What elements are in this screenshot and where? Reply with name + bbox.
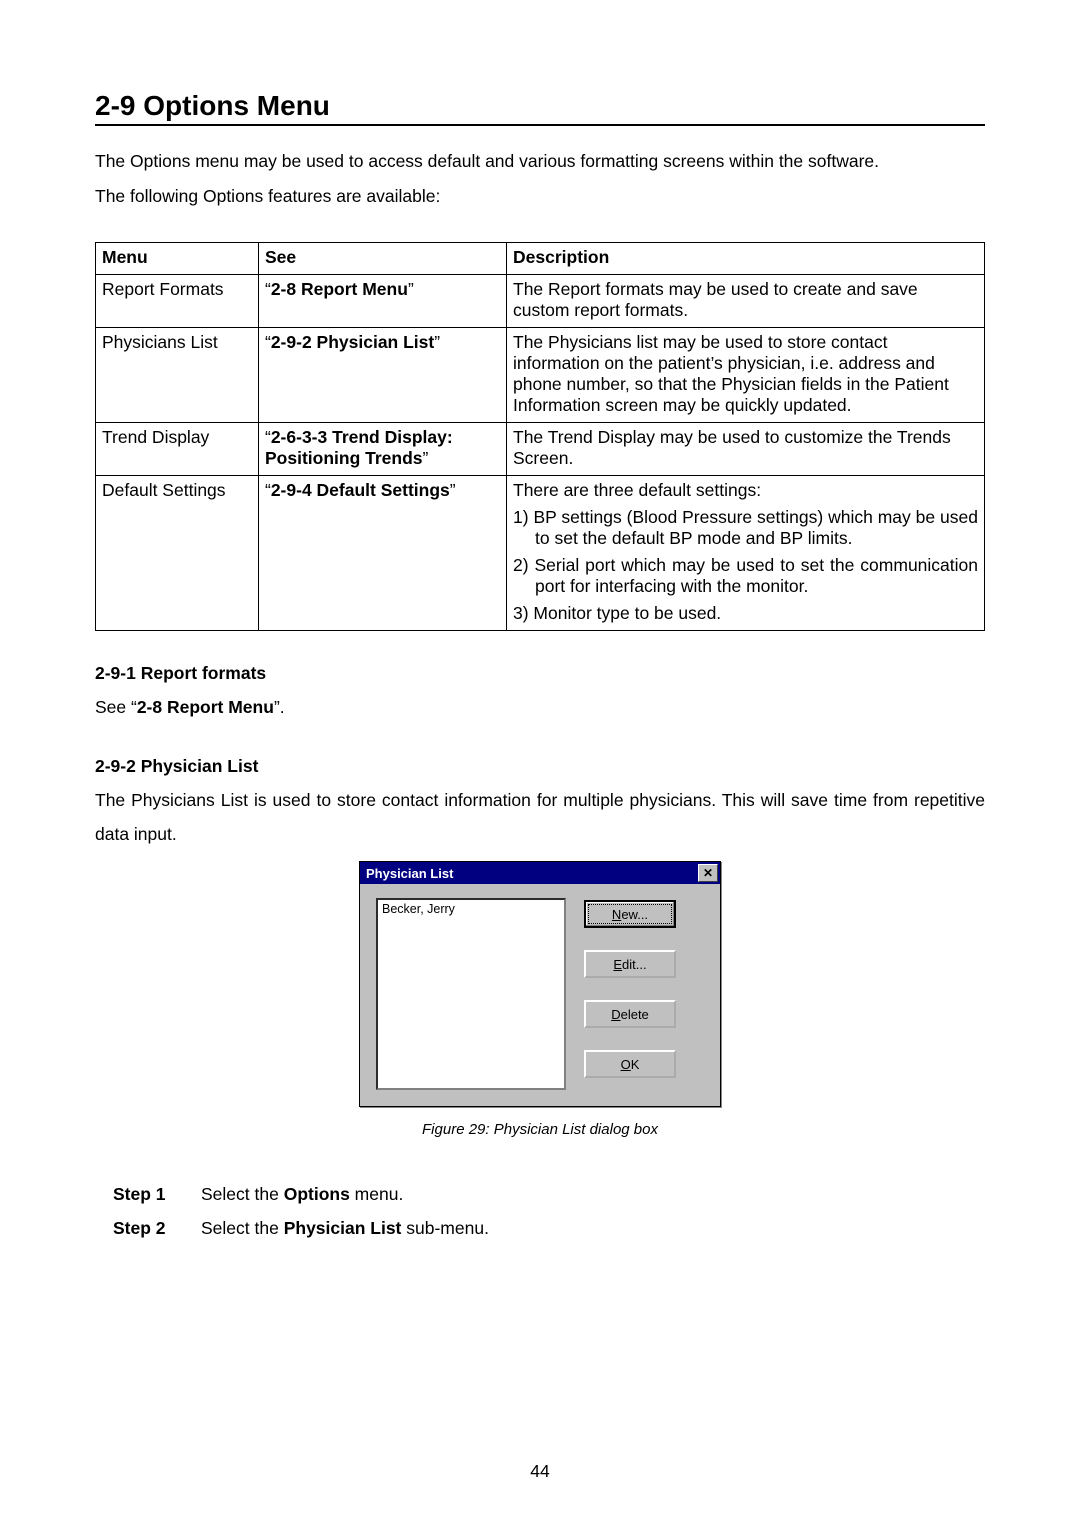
table-row: Physicians List “2-9-2 Physician List” T… — [96, 328, 985, 423]
step-label: Step 1 — [113, 1178, 183, 1211]
cell-menu: Physicians List — [96, 328, 259, 423]
btn-text: dit... — [622, 957, 647, 972]
th-see: See — [259, 243, 507, 275]
cell-desc: The Physicians list may be used to store… — [507, 328, 985, 423]
physician-listbox[interactable]: Becker, Jerry — [376, 898, 566, 1090]
cell-see: “2-9-4 Default Settings” — [259, 476, 507, 631]
cell-menu: Report Formats — [96, 275, 259, 328]
steps-list: Step 1 Select the Options menu. Step 2 S… — [95, 1178, 985, 1245]
mnemonic: D — [611, 1007, 620, 1022]
cell-menu: Default Settings — [96, 476, 259, 631]
step-text: Select the Options menu. — [201, 1178, 403, 1211]
step-pre: Select the — [201, 1218, 284, 1238]
delete-button[interactable]: Delete — [584, 1000, 676, 1028]
btn-text: ew... — [621, 907, 648, 922]
see-text-post: ”. — [274, 697, 285, 717]
default-item-3: 3) Monitor type to be used. — [513, 603, 978, 624]
step-label: Step 2 — [113, 1212, 183, 1245]
page-number: 44 — [0, 1461, 1080, 1482]
mnemonic: O — [621, 1057, 631, 1072]
dialog-title: Physician List — [366, 866, 453, 881]
step-1: Step 1 Select the Options menu. — [113, 1178, 985, 1211]
see-text-bold: 2-8 Report Menu — [137, 697, 274, 717]
step-post: menu. — [350, 1184, 404, 1204]
ok-button[interactable]: OK — [584, 1050, 676, 1078]
cell-menu: Trend Display — [96, 423, 259, 476]
cell-desc: There are three default settings: 1) BP … — [507, 476, 985, 631]
quote-close: ” — [423, 448, 429, 468]
cell-desc: The Trend Display may be used to customi… — [507, 423, 985, 476]
close-icon[interactable]: ✕ — [698, 864, 718, 882]
step-post: sub-menu. — [401, 1218, 489, 1238]
list-item[interactable]: Becker, Jerry — [382, 902, 560, 916]
cell-see: “2-6-3-3 Trend Display: Positioning Tren… — [259, 423, 507, 476]
table-row: Default Settings “2-9-4 Default Settings… — [96, 476, 985, 631]
step-bold: Physician List — [284, 1218, 402, 1238]
btn-text: elete — [621, 1007, 649, 1022]
page-title: 2-9 Options Menu — [95, 90, 985, 126]
intro-line-1: The Options menu may be used to access d… — [95, 144, 985, 179]
section-2-9-2-heading: 2-9-2 Physician List — [95, 756, 985, 777]
options-table: Menu See Description Report Formats “2-8… — [95, 242, 985, 631]
step-2: Step 2 Select the Physician List sub-men… — [113, 1212, 985, 1245]
btn-text: K — [631, 1057, 640, 1072]
see-text-pre: See “ — [95, 697, 137, 717]
quote-close: ” — [408, 279, 414, 299]
see-ref: 2-8 Report Menu — [271, 279, 408, 299]
dialog-figure: Physician List ✕ Becker, Jerry New... Ed… — [95, 861, 985, 1138]
default-intro: There are three default settings: — [513, 480, 978, 501]
see-ref: 2-9-4 Default Settings — [271, 480, 450, 500]
edit-button[interactable]: Edit... — [584, 950, 676, 978]
th-description: Description — [507, 243, 985, 275]
section-2-9-1-body: See “2-8 Report Menu”. — [95, 690, 985, 724]
cell-see: “2-8 Report Menu” — [259, 275, 507, 328]
see-ref: 2-9-2 Physician List — [271, 332, 434, 352]
step-pre: Select the — [201, 1184, 284, 1204]
new-button[interactable]: New... — [584, 900, 676, 928]
physician-list-dialog: Physician List ✕ Becker, Jerry New... Ed… — [359, 861, 721, 1107]
default-item-2: 2) Serial port which may be used to set … — [513, 555, 978, 597]
intro-line-2: The following Options features are avail… — [95, 179, 985, 214]
dialog-titlebar: Physician List ✕ — [360, 862, 720, 884]
section-2-9-2-body: The Physicians List is used to store con… — [95, 783, 985, 851]
default-item-1: 1) BP settings (Blood Pressure settings)… — [513, 507, 978, 549]
figure-caption: Figure 29: Physician List dialog box — [422, 1121, 658, 1138]
cell-desc: The Report formats may be used to create… — [507, 275, 985, 328]
intro-paragraph: The Options menu may be used to access d… — [95, 144, 985, 214]
section-2-9-1-heading: 2-9-1 Report formats — [95, 663, 985, 684]
quote-close: ” — [434, 332, 440, 352]
mnemonic: N — [612, 907, 621, 922]
table-row: Trend Display “2-6-3-3 Trend Display: Po… — [96, 423, 985, 476]
mnemonic: E — [613, 957, 622, 972]
th-menu: Menu — [96, 243, 259, 275]
step-bold: Options — [284, 1184, 350, 1204]
cell-see: “2-9-2 Physician List” — [259, 328, 507, 423]
step-text: Select the Physician List sub-menu. — [201, 1212, 489, 1245]
table-row: Report Formats “2-8 Report Menu” The Rep… — [96, 275, 985, 328]
quote-close: ” — [450, 480, 456, 500]
